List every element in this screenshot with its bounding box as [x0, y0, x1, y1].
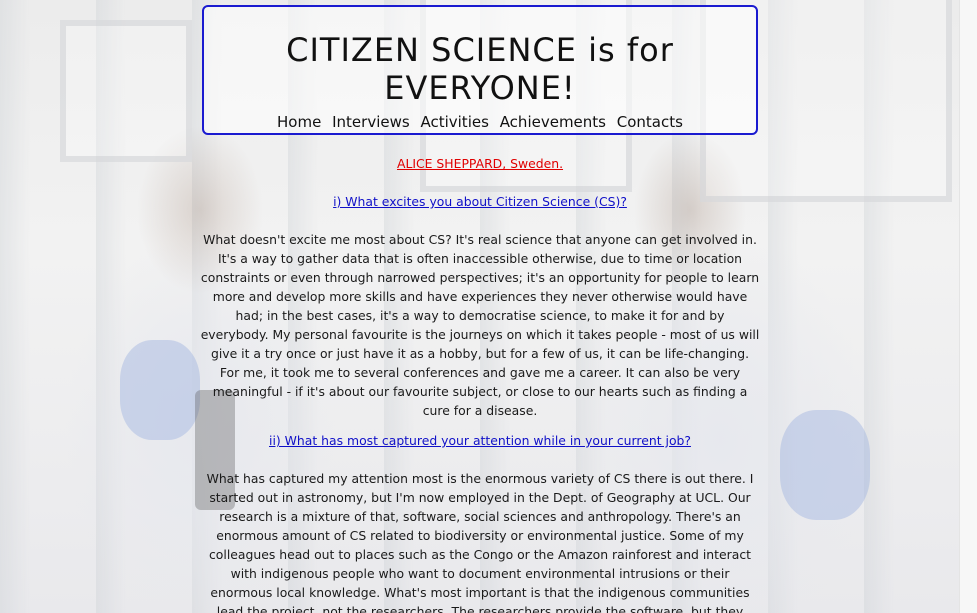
interviewee-name[interactable]: ALICE SHEPPARD, Sweden. — [200, 154, 760, 173]
nav-achievements[interactable]: Achievements — [500, 113, 606, 131]
site-header: CITIZEN SCIENCE is for EVERYONE! Home In… — [202, 5, 758, 135]
nav-interviews[interactable]: Interviews — [332, 113, 410, 131]
answer-2: What has captured my attention most is t… — [206, 471, 754, 613]
answer-1: What doesn't excite me most about CS? It… — [200, 232, 760, 418]
background-glove — [780, 410, 870, 520]
main-nav: Home Interviews Activities Achievements … — [204, 113, 756, 131]
question-1[interactable]: i) What excites you about Citizen Scienc… — [200, 192, 760, 211]
question-2[interactable]: ii) What has most captured your attentio… — [200, 431, 760, 450]
site-title: CITIZEN SCIENCE is for EVERYONE! — [286, 31, 674, 107]
background-window — [60, 20, 192, 162]
interview-content: ALICE SHEPPARD, Sweden. i) What excites … — [200, 154, 760, 613]
background-glove — [120, 340, 200, 440]
nav-activities[interactable]: Activities — [420, 113, 488, 131]
vertical-scrollbar[interactable] — [959, 0, 977, 613]
nav-home[interactable]: Home — [277, 113, 321, 131]
nav-contacts[interactable]: Contacts — [617, 113, 683, 131]
